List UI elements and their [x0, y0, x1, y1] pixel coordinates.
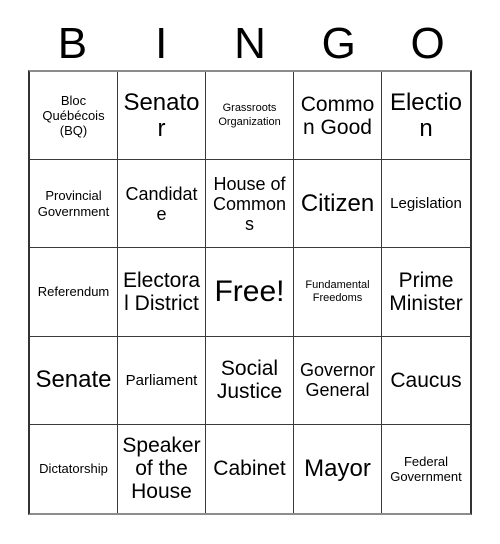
bingo-cell-label: Grassroots Organization: [218, 102, 281, 128]
bingo-card: B I N G O Bloc Québécois (BQ) Senator Grassroo…: [0, 0, 500, 544]
bingo-cell-label: Legislation: [390, 195, 462, 213]
bingo-cell-free[interactable]: Free!: [206, 248, 294, 337]
bingo-cell-r1-c1[interactable]: Bloc Québécois (BQ): [30, 72, 118, 161]
bingo-cell-r1-c3[interactable]: Grassroots Organization: [206, 72, 294, 161]
bingo-cell-label: Parliament: [125, 371, 198, 389]
bingo-grid: Bloc Québécois (BQ) Senator Grassroots Org…: [28, 70, 472, 515]
bingo-cell-r2-c3[interactable]: House of Commons: [206, 160, 294, 249]
bingo-header: BINGO: [28, 18, 472, 70]
bingo-cell-label: Caucus: [390, 368, 462, 392]
bingo-cell-label: Citizen: [300, 189, 375, 217]
bingo-cell-r2-c4[interactable]: Citizen: [294, 160, 382, 249]
bingo-cell-r4-c2[interactable]: Parliament: [118, 336, 206, 425]
bingo-cell-label: Cabinet: [213, 457, 286, 481]
bingo-cell-label: Senator: [123, 88, 200, 142]
bingo-header-letter-b: B: [57, 19, 88, 68]
bingo-cell-label: Social Justice: [216, 357, 283, 404]
bingo-cell-label: Mayor: [304, 454, 371, 482]
bingo-cell-label: Bloc Québécois (BQ): [42, 92, 105, 139]
bingo-cell-label: Prime Minister: [389, 268, 463, 315]
bingo-cell-label: Federal Government: [390, 453, 462, 484]
bingo-cell-r5-c5[interactable]: Federal Government: [382, 424, 470, 513]
bingo-cell-r5-c2[interactable]: Speaker of the House: [118, 424, 206, 513]
bingo-header-letter-g: G: [321, 19, 356, 68]
bingo-header-letter-i: I: [155, 19, 168, 68]
bingo-cell-label: Election: [389, 88, 463, 142]
bingo-cell-label: Governor General: [299, 360, 376, 401]
bingo-cell-r5-c3[interactable]: Cabinet: [206, 424, 294, 513]
bingo-cell-label: Speaker of the House: [122, 434, 201, 504]
bingo-cell-r5-c4[interactable]: Mayor: [294, 424, 382, 513]
bingo-cell-label: Fundamental Freedoms: [305, 278, 370, 304]
bingo-cell-label: Dictatorship: [39, 461, 108, 477]
bingo-cell-r3-c2[interactable]: Electoral District: [118, 248, 206, 337]
bingo-cell-label: Referendum: [37, 284, 110, 300]
bingo-cell-label: Electoral District: [122, 268, 201, 315]
bingo-cell-label: Senate: [35, 366, 112, 394]
bingo-cell-label: Free!: [214, 275, 285, 309]
bingo-cell-r1-c2[interactable]: Senator: [118, 72, 206, 161]
bingo-cell-r3-c1[interactable]: Referendum: [30, 248, 118, 337]
bingo-header-letter-n: N: [234, 19, 266, 68]
bingo-cell-label: Provincial Government: [37, 188, 110, 219]
bingo-cell-r5-c1[interactable]: Dictatorship: [30, 424, 118, 513]
bingo-cell-label: Common Good: [300, 92, 375, 139]
bingo-cell-r3-c5[interactable]: Prime Minister: [382, 248, 470, 337]
bingo-cell-r1-c5[interactable]: Election: [382, 72, 470, 161]
bingo-header-letter-o: O: [410, 19, 445, 68]
bingo-cell-r4-c3[interactable]: Social Justice: [206, 336, 294, 425]
bingo-cell-r4-c5[interactable]: Caucus: [382, 336, 470, 425]
bingo-cell-r2-c2[interactable]: Candidate: [118, 160, 206, 249]
bingo-cell-r3-c4[interactable]: Fundamental Freedoms: [294, 248, 382, 337]
bingo-cell-label: House of Commons: [212, 173, 287, 234]
bingo-cell-r2-c5[interactable]: Legislation: [382, 160, 470, 249]
bingo-cell-label: Candidate: [125, 183, 198, 224]
bingo-cell-r4-c4[interactable]: Governor General: [294, 336, 382, 425]
bingo-cell-r1-c4[interactable]: Common Good: [294, 72, 382, 161]
bingo-cell-r2-c1[interactable]: Provincial Government: [30, 160, 118, 249]
bingo-cell-r4-c1[interactable]: Senate: [30, 336, 118, 425]
